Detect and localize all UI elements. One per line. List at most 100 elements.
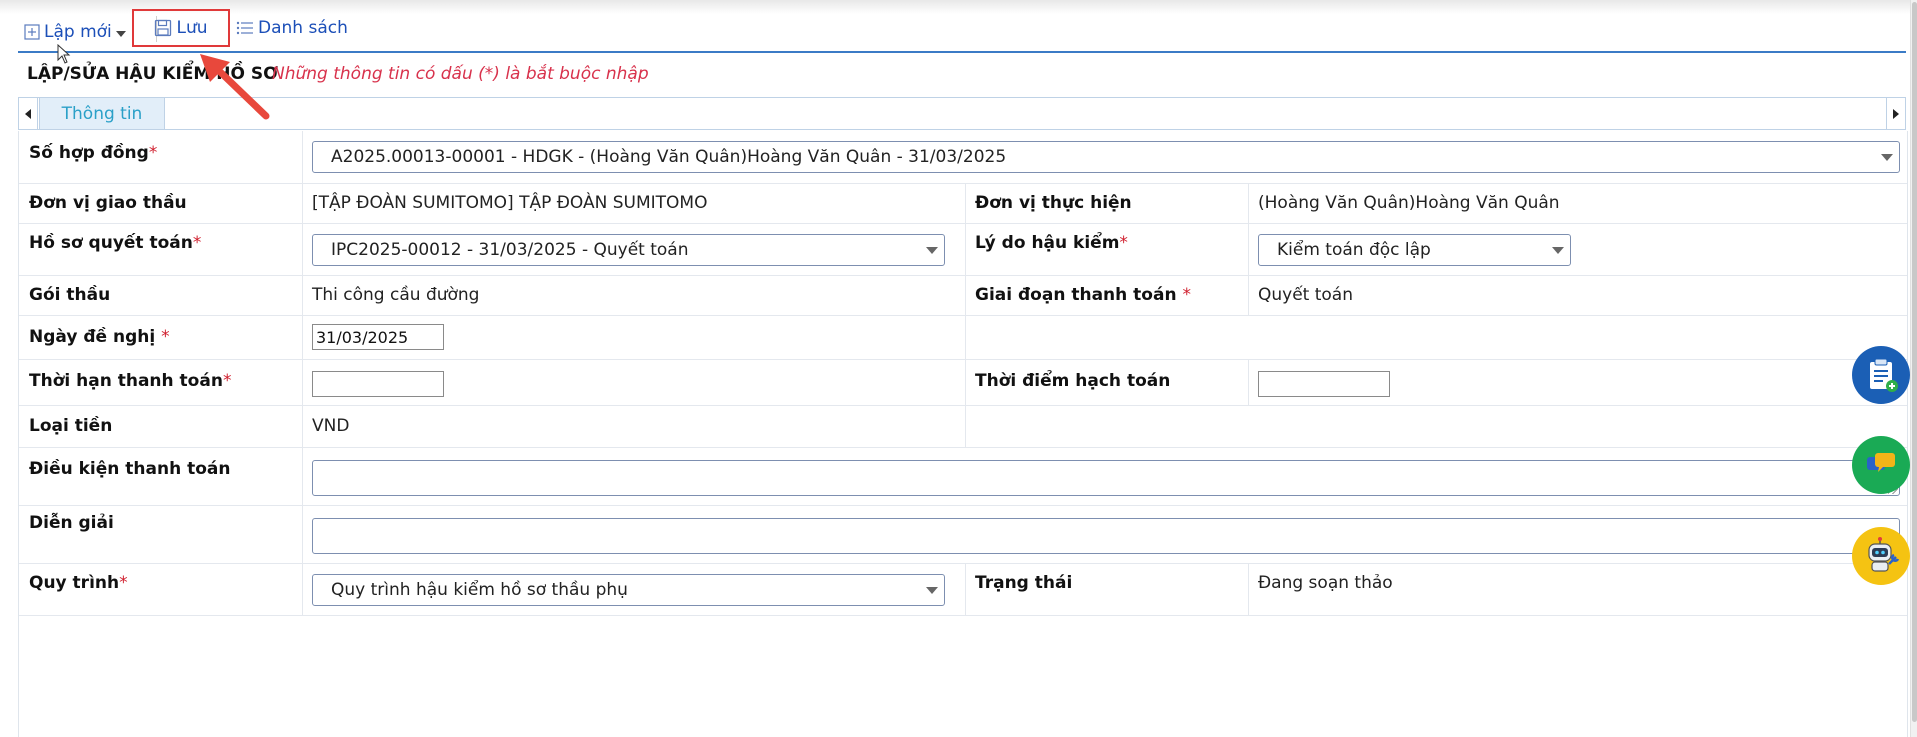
payment-stage-label-text: Giai đoạn thanh toán bbox=[975, 285, 1177, 305]
column-divider bbox=[965, 275, 966, 315]
column-divider bbox=[1248, 359, 1249, 405]
scrollbar-thumb[interactable] bbox=[1912, 2, 1917, 722]
currency-value: VND bbox=[312, 416, 350, 436]
column-divider bbox=[302, 447, 303, 505]
new-button[interactable]: Lập mới bbox=[24, 18, 126, 46]
workflow-label: Quy trình* bbox=[29, 573, 128, 593]
form-row: Hồ sơ quyết toán* IPC2025-00012 - 31/03/… bbox=[19, 223, 1907, 276]
required-mark: * bbox=[222, 371, 232, 391]
form-row: Quy trình* Quy trình hậu kiểm hồ sơ thầu… bbox=[19, 563, 1907, 616]
audit-reason-label: Lý do hậu kiểm* bbox=[975, 233, 1128, 253]
robot-support-button[interactable] bbox=[1852, 527, 1910, 585]
column-divider bbox=[302, 131, 303, 183]
form-row: Gói thầu Thi công cầu đường Giai đoạn th… bbox=[19, 275, 1907, 316]
list-button[interactable]: Danh sách bbox=[236, 14, 348, 42]
column-divider bbox=[302, 359, 303, 405]
form-row: Diễn giải bbox=[19, 505, 1907, 564]
save-button[interactable]: Lưu bbox=[132, 9, 230, 47]
chevron-down-icon bbox=[115, 31, 126, 37]
tab-scroll-left-button[interactable] bbox=[19, 98, 38, 129]
package-value: Thi công cầu đường bbox=[312, 285, 480, 305]
clipboard-add-icon bbox=[1870, 358, 1898, 392]
executor-value: (Hoàng Văn Quân)Hoàng Văn Quân bbox=[1258, 193, 1560, 213]
payment-terms-textarea[interactable] bbox=[312, 460, 1900, 496]
column-divider bbox=[965, 405, 966, 447]
description-label: Diễn giải bbox=[29, 513, 114, 533]
audit-reason-select[interactable]: Kiểm toán độc lập bbox=[1258, 234, 1571, 266]
arrow-left-icon bbox=[25, 108, 31, 119]
settlement-file-select[interactable]: IPC2025-00012 - 31/03/2025 - Quyết toán bbox=[312, 234, 945, 266]
request-date-label: Ngày đề nghị * bbox=[29, 327, 170, 347]
column-divider bbox=[965, 183, 966, 223]
chevron-down-icon bbox=[926, 247, 938, 254]
chat-icon bbox=[1867, 453, 1895, 472]
package-label: Gói thầu bbox=[29, 285, 111, 305]
payment-terms-label: Điều kiện thanh toán bbox=[29, 459, 231, 479]
top-shade bbox=[0, 0, 1917, 14]
clipboard-add-button[interactable] bbox=[1852, 346, 1910, 404]
workflow-select[interactable]: Quy trình hậu kiểm hồ sơ thầu phụ bbox=[312, 574, 945, 606]
new-button-label: Lập mới bbox=[44, 22, 112, 42]
executor-label: Đơn vị thực hiện bbox=[975, 193, 1132, 213]
contractor-value: [TẬP ĐOÀN SUMITOMO] TẬP ĐOÀN SUMITOMO bbox=[312, 193, 708, 213]
column-divider bbox=[302, 223, 303, 275]
tab-scroll-right-button[interactable] bbox=[1886, 98, 1905, 129]
list-icon bbox=[236, 21, 253, 35]
annotation-arrow-icon bbox=[200, 54, 270, 120]
column-divider bbox=[302, 315, 303, 359]
form-row: Đơn vị giao thầu [TẬP ĐOÀN SUMITOMO] TẬP… bbox=[19, 183, 1907, 224]
tab-info[interactable]: Thông tin bbox=[39, 98, 165, 129]
contract-no-label-text: Số hợp đồng bbox=[29, 143, 149, 163]
tab-strip: Thông tin bbox=[18, 97, 1906, 130]
workflow-label-text: Quy trình bbox=[29, 573, 120, 593]
chat-button[interactable] bbox=[1852, 436, 1910, 494]
chevron-down-icon bbox=[926, 587, 938, 594]
save-icon bbox=[155, 19, 172, 37]
toolbar-divider bbox=[18, 51, 1906, 53]
accounting-time-input[interactable] bbox=[1258, 371, 1390, 397]
workflow-value: Quy trình hậu kiểm hồ sơ thầu phụ bbox=[331, 580, 628, 600]
column-divider bbox=[302, 505, 303, 563]
accounting-time-label: Thời điểm hạch toán bbox=[975, 371, 1171, 391]
description-textarea[interactable] bbox=[312, 518, 1900, 554]
form-row: Số hợp đồng* A2025.00013-00001 - HDGK - … bbox=[19, 131, 1907, 184]
robot-support-icon bbox=[1868, 537, 1900, 572]
save-button-label: Lưu bbox=[176, 18, 208, 38]
contractor-label: Đơn vị giao thầu bbox=[29, 193, 187, 213]
required-mark: * bbox=[161, 327, 170, 347]
plus-box-icon bbox=[24, 24, 40, 40]
arrow-right-icon bbox=[1893, 108, 1899, 119]
required-mark: * bbox=[192, 233, 202, 253]
column-divider bbox=[1248, 183, 1249, 223]
column-divider bbox=[965, 223, 966, 275]
required-mark: * bbox=[1119, 233, 1128, 253]
column-divider bbox=[965, 563, 966, 615]
required-mark: * bbox=[1182, 285, 1191, 305]
settlement-file-label: Hồ sơ quyết toán* bbox=[29, 233, 201, 253]
currency-label: Loại tiền bbox=[29, 416, 113, 436]
payment-due-input[interactable] bbox=[312, 371, 444, 397]
column-divider bbox=[965, 315, 966, 359]
required-mark: * bbox=[119, 573, 128, 593]
required-note: Những thông tin có dấu (*) là bắt buộc n… bbox=[272, 64, 649, 84]
form-row: Thời hạn thanh toán* Thời điểm hạch toán bbox=[19, 359, 1907, 406]
column-divider bbox=[965, 359, 966, 405]
column-divider bbox=[302, 275, 303, 315]
chevron-down-icon bbox=[1552, 247, 1564, 254]
vertical-scrollbar[interactable] bbox=[1910, 0, 1917, 737]
contract-no-value: A2025.00013-00001 - HDGK - (Hoàng Văn Qu… bbox=[331, 147, 1007, 167]
contract-no-label: Số hợp đồng* bbox=[29, 143, 157, 163]
column-divider bbox=[302, 563, 303, 615]
contract-no-select[interactable]: A2025.00013-00001 - HDGK - (Hoàng Văn Qu… bbox=[312, 141, 1900, 173]
audit-reason-value: Kiểm toán độc lập bbox=[1277, 240, 1431, 260]
chevron-down-icon bbox=[1881, 154, 1893, 161]
status-label: Trạng thái bbox=[975, 573, 1073, 593]
form-row: Điều kiện thanh toán bbox=[19, 447, 1907, 506]
payment-stage-value: Quyết toán bbox=[1258, 285, 1354, 305]
request-date-input[interactable]: 31/03/2025 bbox=[312, 324, 444, 350]
column-divider bbox=[302, 405, 303, 447]
status-value: Đang soạn thảo bbox=[1258, 573, 1393, 593]
required-mark: * bbox=[148, 143, 158, 163]
payment-due-label: Thời hạn thanh toán* bbox=[29, 371, 231, 391]
form-row: Ngày đề nghị * 31/03/2025 bbox=[19, 315, 1907, 360]
